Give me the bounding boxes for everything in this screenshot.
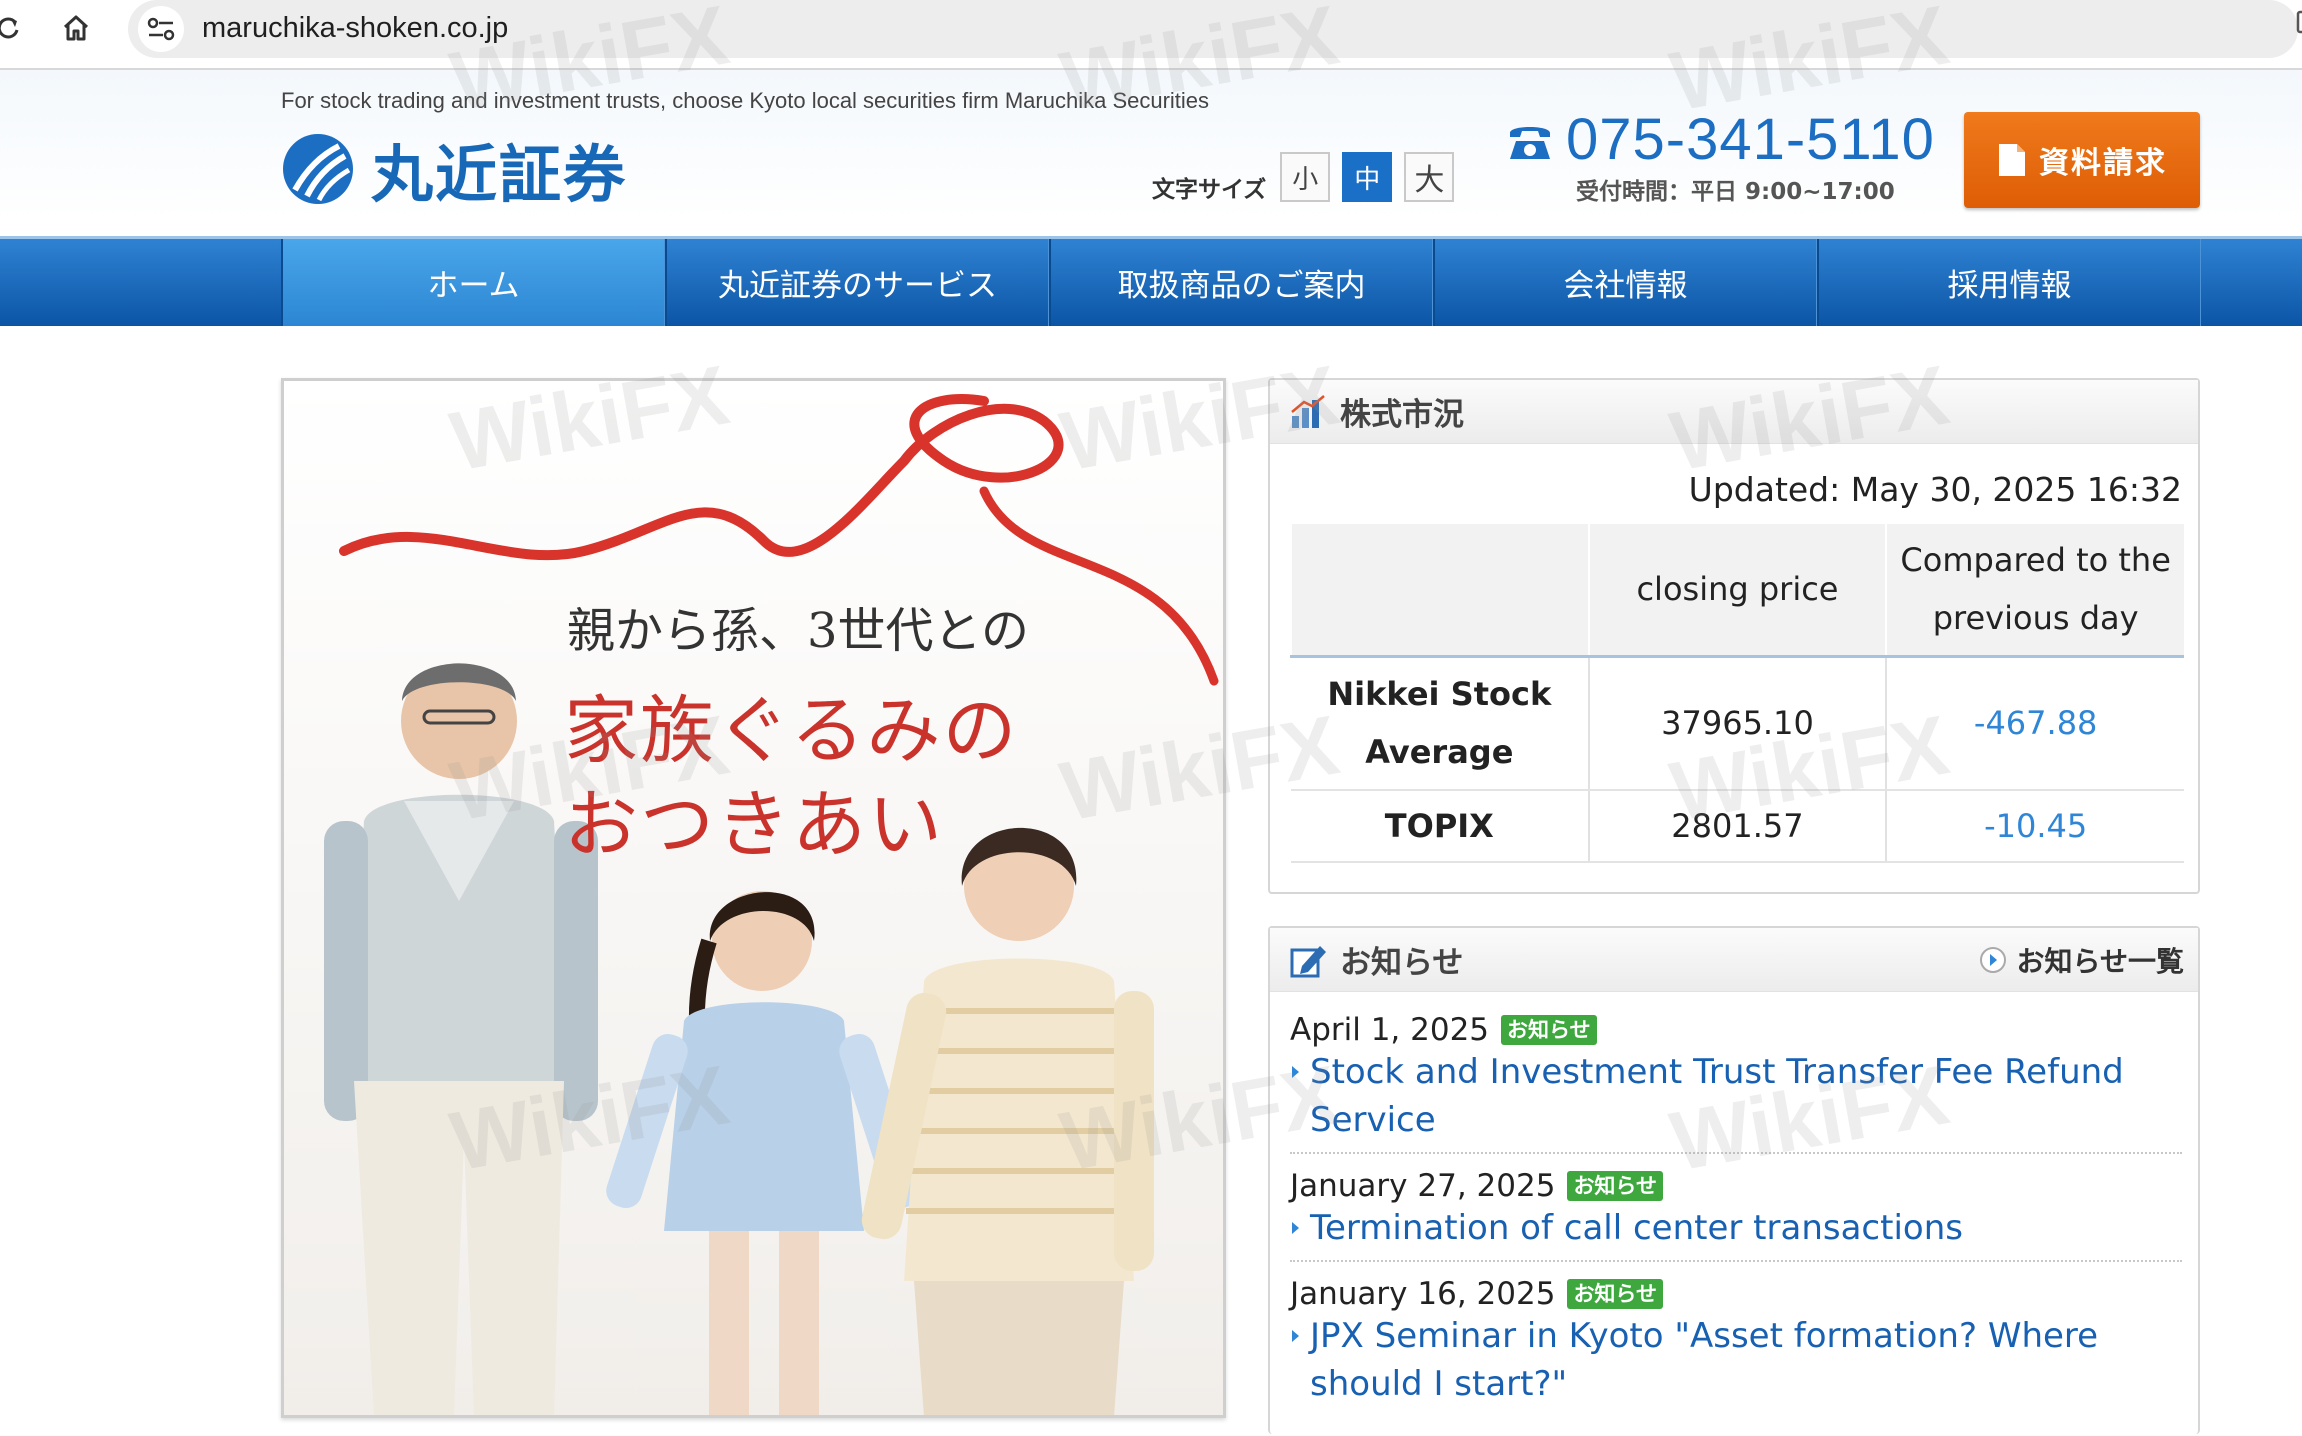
hero-banner[interactable]: 親から孫、3世代との 家族ぐるみの おつきあい <box>281 378 1226 1418</box>
news-badge: お知らせ <box>1567 1279 1664 1309</box>
news-date: January 16, 2025 <box>1290 1276 1556 1312</box>
nav-item-products[interactable]: 取扱商品のご案内 <box>1049 239 1433 326</box>
price-change: -10.45 <box>1885 790 2184 863</box>
nav-item-company[interactable]: 会社情報 <box>1433 239 1817 326</box>
global-nav: ホーム 丸近証券のサービス 取扱商品のご案内 会社情報 採用情報 <box>0 236 2302 326</box>
market-panel: 株式市況 Updated: May 30, 2025 16:32 closing… <box>1268 378 2200 894</box>
nav-item-recruit[interactable]: 採用情報 <box>1817 239 2201 326</box>
divider <box>1290 1260 2182 1262</box>
news-link[interactable]: JPX Seminar in Kyoto "Asset formation? W… <box>1290 1312 2182 1408</box>
market-panel-header: 株式市況 <box>1270 380 2198 444</box>
font-size-control: 文字サイズ 小 中 大 <box>1152 150 1466 204</box>
closing-price: 37965.10 <box>1587 656 1887 791</box>
closing-price: 2801.57 <box>1587 790 1887 863</box>
news-date: January 27, 2025 <box>1290 1168 1556 1204</box>
phone-icon <box>1510 127 1550 159</box>
url-text[interactable]: maruchika-shoken.co.jp <box>202 8 508 48</box>
phone-contact: 075-341-5110 受付時間：平日 9:00~17:00 <box>1506 110 1935 206</box>
divider <box>1290 1152 2182 1154</box>
price-change: -467.88 <box>1885 656 2184 791</box>
market-table: closing price Compared to the previous d… <box>1290 524 2184 863</box>
phone-hours: 受付時間：平日 9:00~17:00 <box>1576 179 1895 205</box>
news-badge: お知らせ <box>1501 1015 1597 1045</box>
news-list-link[interactable]: お知らせ一覧 <box>1979 940 2184 980</box>
browser-toolbar: maruchika-shoken.co.jp G文 <box>0 0 2302 70</box>
site-settings-icon[interactable] <box>138 6 184 52</box>
site-logo[interactable]: 丸近証券 <box>281 128 627 211</box>
nav-item-home[interactable]: ホーム <box>281 239 665 326</box>
hero-caption-line3: おつきあい <box>564 782 944 868</box>
translate-icon[interactable]: G文 <box>2288 4 2302 50</box>
market-panel-title: 株式市況 <box>1340 397 1464 433</box>
list-item: January 16, 2025 お知らせ JPX Seminar in Kyo… <box>1270 1276 2198 1408</box>
document-icon <box>1999 144 2025 176</box>
font-size-label: 文字サイズ <box>1152 177 1267 203</box>
column-header-closing: closing price <box>1587 524 1887 658</box>
table-header-row: closing price Compared to the previous d… <box>1290 524 2184 658</box>
table-row: TOPIX 2801.57 -10.45 <box>1291 790 2184 863</box>
request-materials-button[interactable]: 資料請求 <box>1964 112 2200 208</box>
table-row: Nikkei Stock Average 37965.10 -467.88 <box>1291 656 2184 791</box>
list-item: April 1, 2025 お知らせ Stock and Investment … <box>1270 992 2198 1154</box>
news-panel-title: お知らせ <box>1340 945 1464 981</box>
nav-item-services[interactable]: 丸近証券のサービス <box>665 239 1049 326</box>
reload-icon[interactable] <box>0 6 30 50</box>
column-header-change: Compared to the previous day <box>1885 524 2184 658</box>
hero-caption-line1: 親から孫、3世代との <box>567 603 1030 659</box>
family-illustration <box>284 381 1223 1415</box>
logo-text: 丸近証券 <box>371 138 628 211</box>
home-icon[interactable] <box>54 6 98 50</box>
index-name: Nikkei Stock Average <box>1291 656 1589 791</box>
bar-chart-icon <box>1291 394 1325 428</box>
request-materials-label: 資料請求 <box>2039 146 2167 181</box>
font-size-large-button[interactable]: 大 <box>1404 152 1455 202</box>
news-panel-header: お知らせ お知らせ一覧 <box>1270 928 2198 992</box>
list-item: January 27, 2025 お知らせ Termination of cal… <box>1270 1168 2198 1262</box>
news-date: April 1, 2025 <box>1290 1012 1490 1048</box>
news-link[interactable]: Stock and Investment Trust Transfer Fee … <box>1290 1048 2182 1144</box>
index-name: TOPIX <box>1291 790 1589 863</box>
pencil-note-icon <box>1290 945 1326 977</box>
news-list-label: お知らせ一覧 <box>2016 944 2184 978</box>
news-link[interactable]: Termination of call center transactions <box>1290 1204 2182 1252</box>
phone-number[interactable]: 075-341-5110 <box>1566 110 1935 170</box>
news-panel: お知らせ お知らせ一覧 April 1, 2025 お知らせ Stock and… <box>1268 926 2200 1434</box>
logo-mark-icon <box>283 134 353 204</box>
hero-caption-line2: 家族ぐるみの <box>564 688 1019 774</box>
font-size-medium-button[interactable]: 中 <box>1342 152 1393 202</box>
font-size-small-button[interactable]: 小 <box>1280 152 1331 202</box>
circle-arrow-icon <box>1979 946 2006 973</box>
column-header-name <box>1290 524 1589 658</box>
site-tagline: For stock trading and investment trusts,… <box>281 88 1210 113</box>
address-bar[interactable]: maruchika-shoken.co.jp G文 <box>128 0 2302 58</box>
news-badge: お知らせ <box>1567 1171 1664 1201</box>
